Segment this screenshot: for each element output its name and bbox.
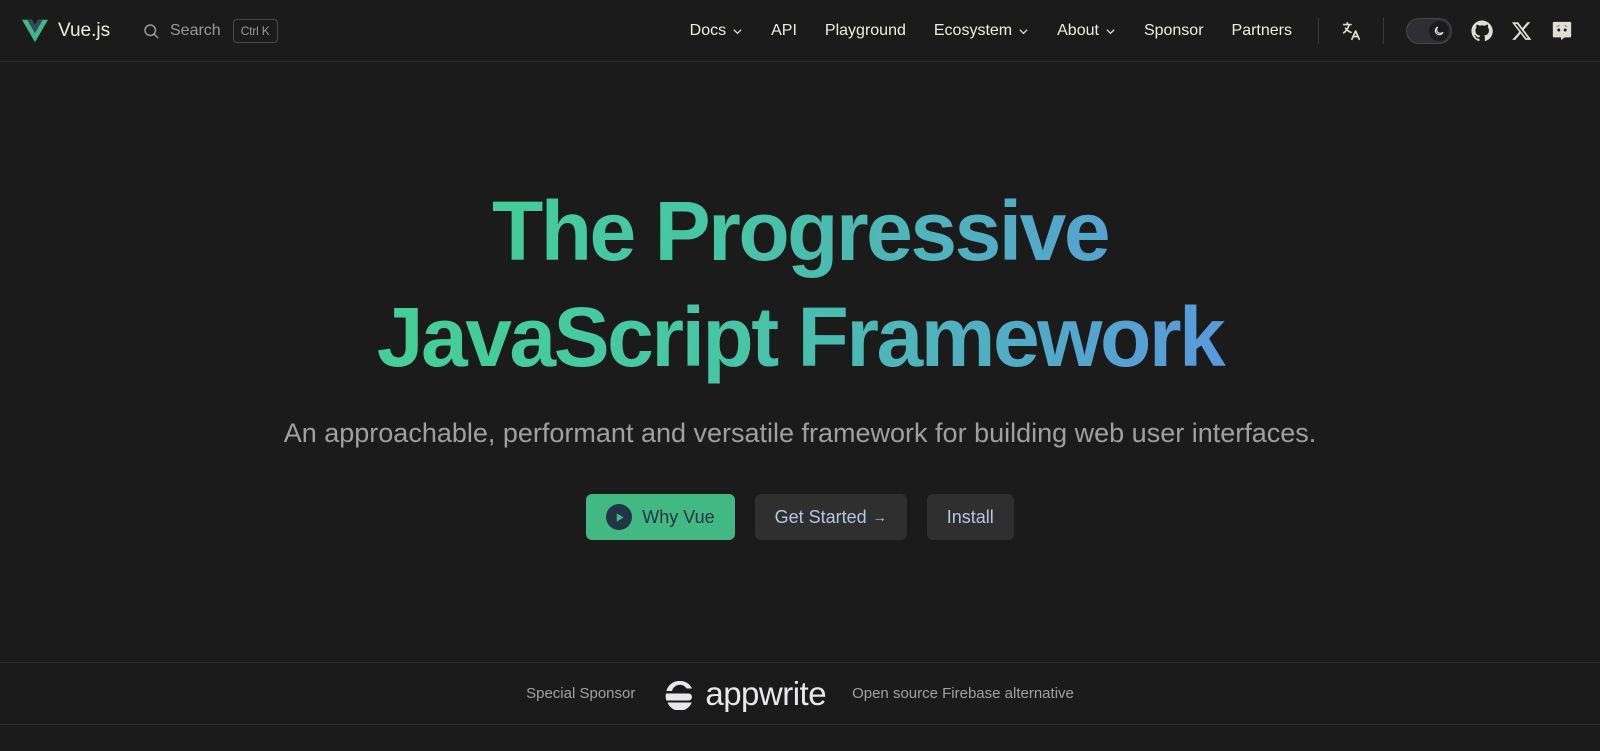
appwrite-logo-icon	[666, 680, 693, 710]
nav-item-label: Playground	[824, 22, 906, 39]
dark-mode-toggle[interactable]	[1406, 18, 1452, 44]
moon-icon	[1434, 26, 1444, 36]
brand-logo-link[interactable]: Vue.js	[22, 17, 110, 45]
vue-logo-icon	[22, 19, 48, 43]
nav-item-sponsor[interactable]: Sponsor	[1130, 0, 1218, 62]
sponsor-label: Special Sponsor	[526, 685, 636, 702]
sponsor-tagline: Open source Firebase alternative	[852, 685, 1074, 702]
nav-item-label: Docs	[689, 22, 727, 39]
nav-divider	[1383, 18, 1384, 44]
nav-item-api[interactable]: API	[757, 0, 811, 62]
hero-description: An approachable, performant and versatil…	[283, 418, 1317, 448]
hero-section: The Progressive JavaScript Framework An …	[0, 62, 1600, 662]
get-started-button[interactable]: Get Started →	[754, 494, 907, 540]
tagline-line-2: JavaScript Framework	[0, 284, 1600, 390]
chevron-down-icon	[733, 28, 742, 34]
nav-item-label: API	[771, 22, 797, 39]
nav-item-label: Partners	[1231, 22, 1292, 39]
nav-item-about[interactable]: About	[1043, 0, 1130, 62]
nav-item-ecosystem[interactable]: Ecosystem	[920, 0, 1043, 62]
translations-button[interactable]	[1331, 11, 1371, 51]
why-vue-button[interactable]: Why Vue	[586, 494, 735, 540]
hero-tagline: The Progressive JavaScript Framework	[0, 178, 1600, 390]
chevron-down-icon	[1019, 28, 1028, 34]
get-started-label: Get Started	[774, 506, 867, 527]
chevron-down-icon	[1106, 28, 1115, 34]
install-button[interactable]: Install	[926, 494, 1014, 540]
special-sponsor-bar: Special Sponsor appwrite Open source Fir…	[0, 662, 1600, 725]
x-icon	[1511, 22, 1532, 40]
github-link[interactable]	[1462, 11, 1502, 51]
top-nav: Vue.js Search Ctrl K Docs API Playground…	[0, 0, 1600, 62]
discord-link[interactable]	[1542, 11, 1582, 51]
play-icon	[606, 504, 633, 530]
nav-item-label: Ecosystem	[933, 22, 1013, 39]
arrow-right-icon: →	[872, 509, 887, 525]
nav-divider	[1318, 18, 1319, 44]
search-icon	[144, 24, 159, 39]
search-button[interactable]: Search Ctrl K	[142, 18, 278, 44]
search-shortcut-badge: Ctrl K	[232, 19, 278, 43]
discord-icon	[1552, 21, 1572, 41]
nav-item-label: About	[1057, 22, 1099, 39]
nav-item-label: Sponsor	[1143, 22, 1204, 39]
hero-actions: Why Vue Get Started → Install	[0, 494, 1600, 540]
search-label: Search	[170, 22, 221, 39]
translate-icon	[1342, 21, 1361, 41]
nav-item-playground[interactable]: Playground	[811, 0, 920, 62]
brand-name: Vue.js	[58, 20, 111, 41]
nav-item-docs[interactable]: Docs	[676, 0, 757, 62]
tagline-line-1: The Progressive	[0, 178, 1600, 284]
appwrite-sponsor-link[interactable]: appwrite	[661, 674, 827, 713]
x-twitter-link[interactable]	[1502, 11, 1542, 51]
toggle-knob	[1429, 21, 1449, 41]
nav-item-partners[interactable]: Partners	[1218, 0, 1306, 62]
install-label: Install	[946, 506, 994, 527]
appwrite-wordmark: appwrite	[705, 674, 827, 712]
nav-links: Docs API Playground Ecosystem About Spon…	[676, 0, 1600, 62]
why-vue-label: Why Vue	[642, 506, 715, 527]
github-icon	[1471, 20, 1493, 42]
